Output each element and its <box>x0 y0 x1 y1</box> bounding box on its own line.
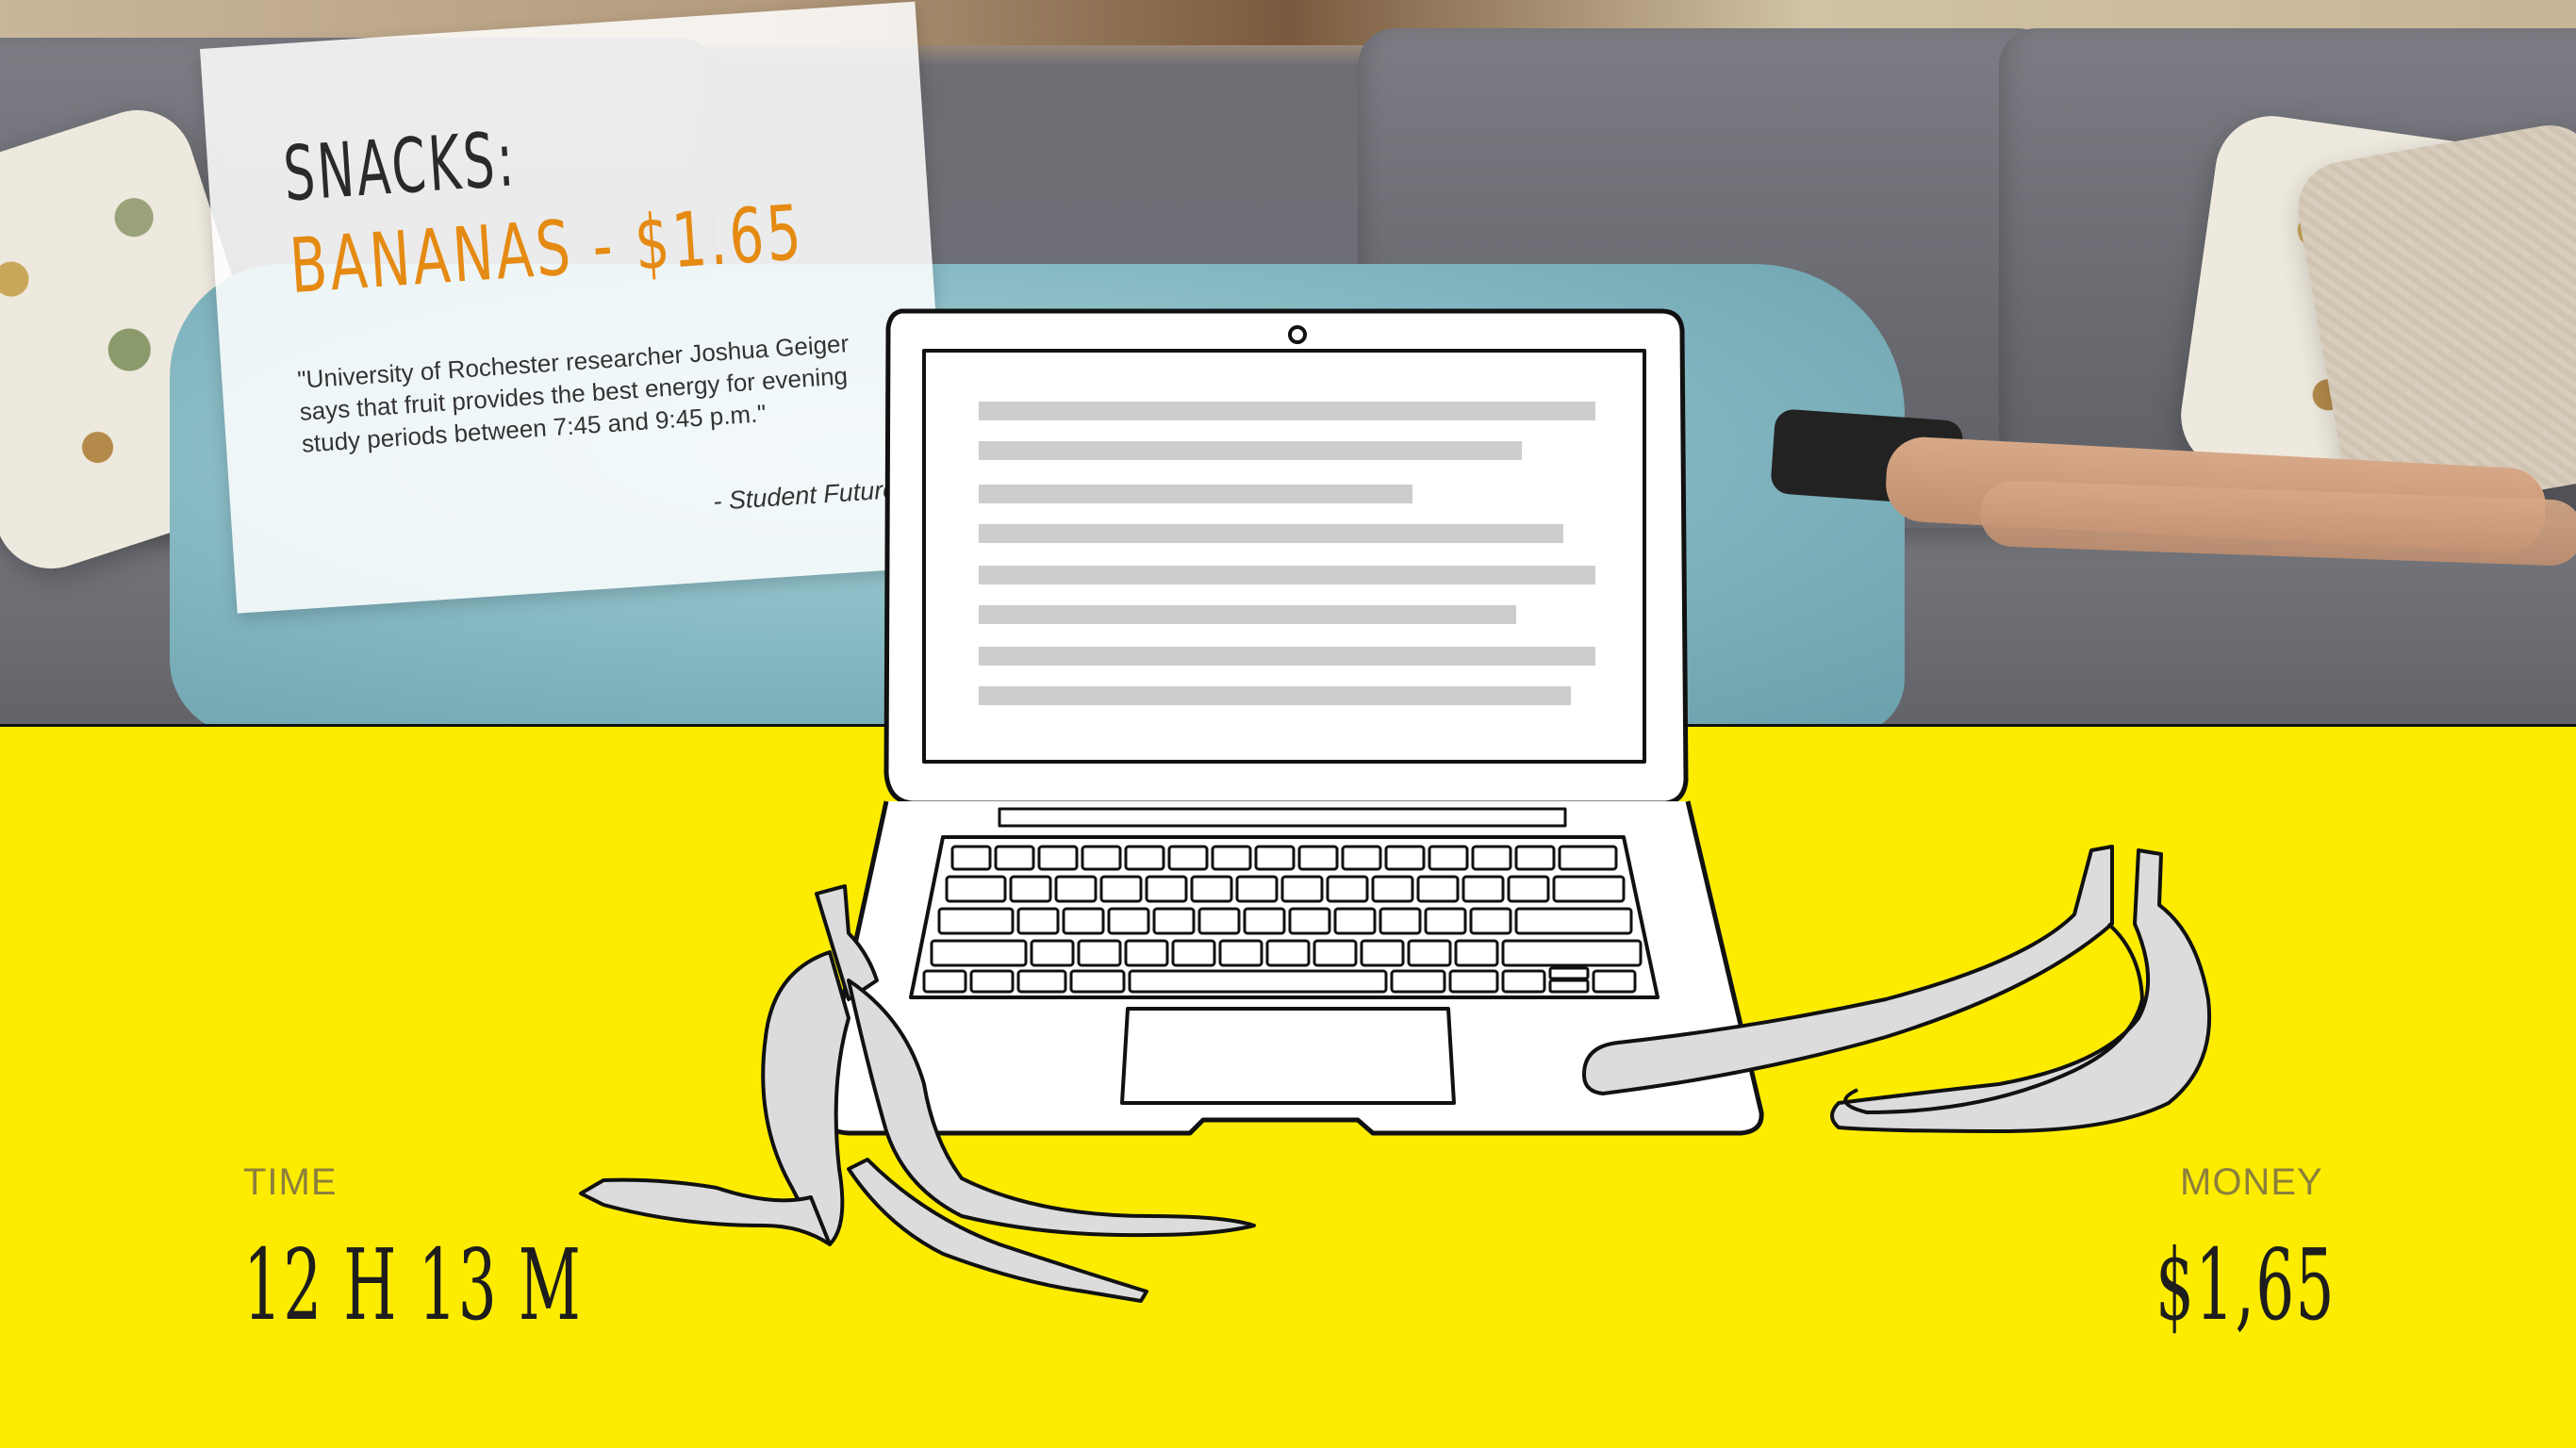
money-value: $1,65 <box>2155 1227 2336 1342</box>
key-row-2 <box>945 875 1626 903</box>
laptop-keyboard-keys <box>922 845 1643 994</box>
laptop-illustration <box>816 308 1764 1136</box>
key-row-5 <box>922 966 1637 994</box>
key-row-3 <box>937 907 1633 935</box>
time-value: 12 H 13 M <box>243 1227 582 1342</box>
key-row-1 <box>950 845 1618 871</box>
time-label: TIME <box>243 1161 338 1203</box>
key-row-4 <box>930 939 1643 967</box>
money-label: MONEY <box>2180 1161 2323 1203</box>
